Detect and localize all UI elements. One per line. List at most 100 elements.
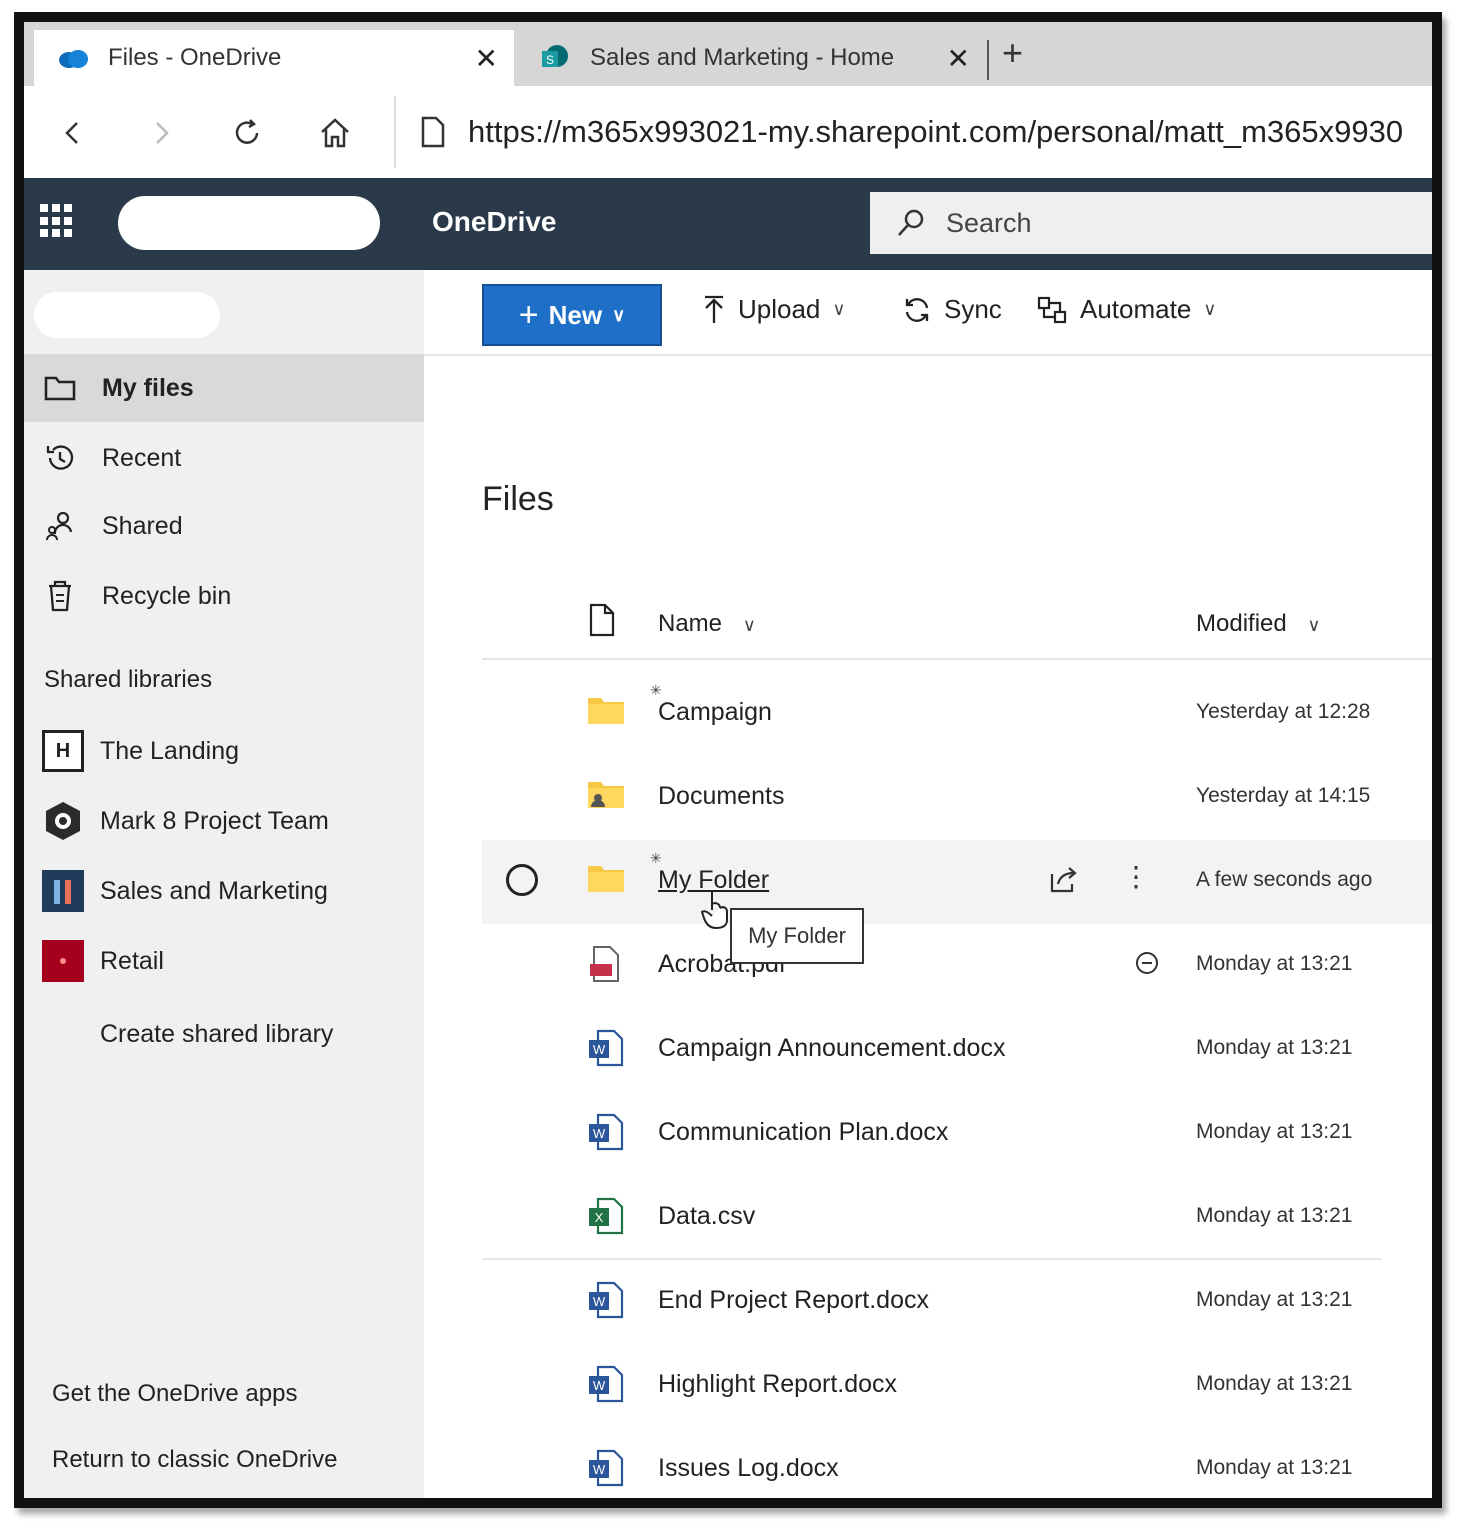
file-name[interactable]: Campaign xyxy=(658,698,772,727)
sync-label: Sync xyxy=(944,294,1002,324)
list-item[interactable]: Acrobat.pdf Monday at 13:21 xyxy=(482,924,1432,1008)
retail-logo-icon xyxy=(42,940,84,982)
list-item[interactable]: W Highlight Report.docx Monday at 13:21 xyxy=(482,1344,1432,1428)
list-item[interactable]: W Communication Plan.docx Monday at 13:2… xyxy=(482,1092,1432,1176)
file-name[interactable]: Campaign Announcement.docx xyxy=(658,1034,1005,1063)
new-button[interactable]: + New ∨ xyxy=(482,284,662,346)
home-icon xyxy=(321,118,349,148)
modified-column-header[interactable]: Modified ∨ xyxy=(1196,610,1321,638)
file-name[interactable]: Communication Plan.docx xyxy=(658,1118,948,1147)
home-button[interactable] xyxy=(310,108,360,158)
recycle-bin-icon xyxy=(40,579,80,613)
create-shared-library-link[interactable]: Create shared library xyxy=(100,1020,333,1049)
list-item[interactable]: W Issues Log.docx Monday at 13:21 xyxy=(482,1428,1432,1498)
refresh-button[interactable] xyxy=(222,108,272,158)
file-list-header: Name ∨ Modified ∨ xyxy=(482,588,1432,660)
onedrive-cloud-icon xyxy=(56,46,90,70)
close-tab-icon[interactable]: ✕ xyxy=(947,42,970,75)
status-icon xyxy=(1134,950,1160,981)
tab-separator xyxy=(987,40,989,80)
file-modified: Monday at 13:21 xyxy=(1196,1036,1353,1059)
file-modified: A few seconds ago xyxy=(1196,868,1373,891)
file-modified: Monday at 13:21 xyxy=(1196,1456,1353,1479)
share-icon[interactable] xyxy=(1048,864,1080,899)
tooltip: My Folder xyxy=(730,908,864,964)
list-item[interactable]: W Campaign Announcement.docx Monday at 1… xyxy=(482,1008,1432,1092)
url-field[interactable]: https://m365x993021-my.sharepoint.com/pe… xyxy=(394,96,1432,168)
close-tab-icon[interactable]: ✕ xyxy=(475,42,498,75)
folder-icon xyxy=(586,860,626,900)
word-file-icon: W xyxy=(586,1280,626,1320)
library-sales-and-marketing[interactable]: Sales and Marketing xyxy=(24,858,424,924)
redacted-user-name xyxy=(34,292,220,338)
file-name[interactable]: End Project Report.docx xyxy=(658,1286,929,1315)
list-item[interactable]: X Data.csv Monday at 13:21 xyxy=(482,1176,1432,1260)
nav-item-recycle-bin[interactable]: Recycle bin xyxy=(24,562,424,630)
forward-arrow-icon xyxy=(156,122,169,144)
file-name[interactable]: Documents xyxy=(658,782,784,811)
browser-window: Files - OneDrive ✕ S Sales and Marketing… xyxy=(14,12,1442,1508)
svg-text:W: W xyxy=(593,1294,606,1309)
chevron-down-icon: ∨ xyxy=(612,304,626,325)
list-item[interactable]: Documents Yesterday at 14:15 xyxy=(482,756,1432,840)
upload-button[interactable]: Upload ∨ xyxy=(702,294,846,325)
list-item[interactable]: ✳ Campaign Yesterday at 12:28 xyxy=(482,672,1432,756)
pdf-file-icon xyxy=(586,944,626,984)
automate-button[interactable]: Automate ∨ xyxy=(1036,294,1216,325)
url-text: https://m365x993021-my.sharepoint.com/pe… xyxy=(468,114,1404,149)
file-type-column-icon[interactable] xyxy=(588,602,616,643)
return-to-classic-link[interactable]: Return to classic OneDrive xyxy=(52,1446,337,1474)
svg-text:S: S xyxy=(546,53,554,67)
new-item-indicator-icon: ✳ xyxy=(650,682,662,698)
get-onedrive-apps-link[interactable]: Get the OneDrive apps xyxy=(52,1380,297,1408)
app-launcher-icon[interactable] xyxy=(40,204,74,238)
sharepoint-icon: S xyxy=(538,45,572,70)
chevron-down-icon: ∨ xyxy=(1203,299,1217,319)
tab-files-onedrive[interactable]: Files - OneDrive ✕ xyxy=(34,30,514,86)
library-label: Mark 8 Project Team xyxy=(100,806,329,835)
search-placeholder: Search xyxy=(946,207,1032,238)
search-input[interactable]: Search xyxy=(870,192,1432,254)
back-button[interactable] xyxy=(48,108,98,158)
new-tab-button[interactable]: + xyxy=(1002,32,1023,74)
tab-title: Sales and Marketing - Home xyxy=(590,44,895,71)
select-row-checkbox[interactable] xyxy=(506,864,538,896)
library-retail[interactable]: Retail xyxy=(24,928,424,994)
list-item-hovered[interactable]: ✳ My Folder ⋮ A few seconds ago xyxy=(482,840,1432,924)
svg-text:W: W xyxy=(593,1378,606,1393)
shared-libraries-heading: Shared libraries xyxy=(44,666,213,693)
name-column-header[interactable]: Name ∨ xyxy=(658,610,756,638)
svg-text:X: X xyxy=(595,1210,604,1225)
file-modified: Monday at 13:21 xyxy=(1196,1372,1353,1395)
library-label: Sales and Marketing xyxy=(100,876,328,905)
svg-text:W: W xyxy=(593,1042,606,1057)
tab-sales-marketing[interactable]: S Sales and Marketing - Home ✕ xyxy=(516,30,986,86)
search-icon xyxy=(896,208,926,238)
tab-strip: Files - OneDrive ✕ S Sales and Marketing… xyxy=(24,22,1432,86)
address-bar: https://m365x993021-my.sharepoint.com/pe… xyxy=(24,86,1432,178)
back-arrow-icon xyxy=(65,122,78,144)
library-mark-8-project-team[interactable]: Mark 8 Project Team xyxy=(24,788,424,854)
folder-icon xyxy=(40,375,80,401)
plus-icon: + xyxy=(518,295,539,334)
nav-item-my-files[interactable]: My files xyxy=(24,354,424,422)
file-name[interactable]: Data.csv xyxy=(658,1202,755,1231)
sync-button[interactable]: Sync xyxy=(902,294,1002,325)
nav-item-label: Recycle bin xyxy=(102,581,232,610)
forward-button[interactable] xyxy=(136,108,186,158)
file-name[interactable]: Issues Log.docx xyxy=(658,1454,839,1483)
nav-item-shared[interactable]: Shared xyxy=(24,492,424,560)
history-icon xyxy=(40,442,80,474)
more-actions-icon[interactable]: ⋮ xyxy=(1122,860,1150,893)
svg-text:W: W xyxy=(593,1126,606,1141)
library-the-landing[interactable]: H The Landing xyxy=(24,718,424,784)
nav-item-label: Shared xyxy=(102,511,183,540)
word-file-icon: W xyxy=(586,1364,626,1404)
word-file-icon: W xyxy=(586,1112,626,1152)
nav-item-recent[interactable]: Recent xyxy=(24,424,424,492)
the-landing-logo-icon: H xyxy=(42,730,84,772)
list-item[interactable]: W End Project Report.docx Monday at 13:2… xyxy=(482,1260,1432,1344)
refresh-icon xyxy=(235,119,259,144)
file-name[interactable]: Highlight Report.docx xyxy=(658,1370,897,1399)
app-name[interactable]: OneDrive xyxy=(432,206,557,238)
